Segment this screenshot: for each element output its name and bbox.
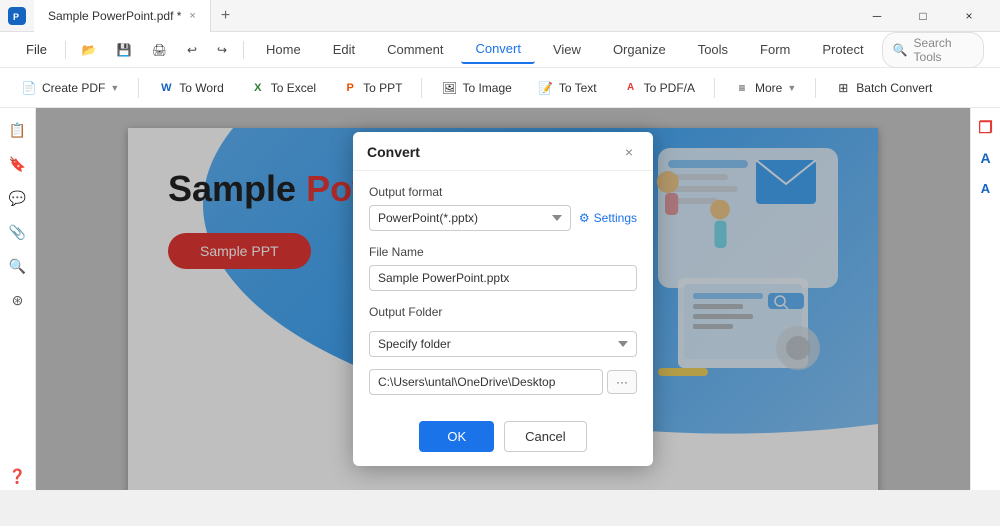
toolbar-divider-2 [421,78,422,98]
undo-icon: ↩ [187,43,197,57]
ok-btn[interactable]: OK [419,421,494,452]
convert-dialog: Convert × Output format PowerPoint(*.ppt… [353,132,653,466]
tab-close-btn[interactable]: × [189,10,195,22]
nav-comment[interactable]: Comment [373,36,457,63]
toolbar-divider-4 [815,78,816,98]
sidebar-attachments[interactable]: 📎 [4,218,32,246]
nav-bar: File 📂 💾 🖨 ↩ ↪ Home Edit Comment Convert… [0,32,1000,68]
sidebar-pages[interactable]: 📋 [4,116,32,144]
menu-file[interactable]: File [16,42,57,57]
sidebar-layers[interactable]: ⊛ [4,286,32,314]
create-pdf-icon: 📄 [21,80,37,96]
dialog-titlebar: Convert × [353,132,653,171]
sidebar-search[interactable]: 🔍 [4,252,32,280]
nav-tools[interactable]: Tools [684,36,742,63]
word-icon: W [158,80,174,96]
content-area: Sample Pow Sample PPT [36,108,970,490]
folder-type-select[interactable]: Specify folder [369,331,637,357]
folder-path-input[interactable] [369,369,603,395]
create-pdf-dropdown-icon: ▼ [110,83,119,93]
text-icon: 📝 [538,80,554,96]
output-format-label: Output format [369,185,637,199]
app-icon: P [8,7,26,25]
toolbar-divider-3 [714,78,715,98]
batch-convert-icon: ⊞ [835,80,851,96]
nav-convert[interactable]: Convert [461,35,535,64]
nav-protect[interactable]: Protect [808,36,877,63]
excel-icon: X [250,80,266,96]
to-word-btn[interactable]: W To Word [147,74,234,102]
ppt-icon: P [342,80,358,96]
sidebar-comments[interactable]: 💬 [4,184,32,212]
cancel-btn[interactable]: Cancel [504,421,586,452]
folder-path-row: ··· [369,369,637,395]
dialog-body: Output format PowerPoint(*.pptx) ⚙ Setti… [353,171,653,409]
batch-convert-btn[interactable]: ⊞ Batch Convert [824,74,943,102]
right-icon-3[interactable]: A [974,176,998,200]
output-format-row: PowerPoint(*.pptx) ⚙ Settings [369,205,637,231]
separator2 [243,41,244,59]
menu-separator [65,41,66,59]
dialog-footer: OK Cancel [353,409,653,466]
active-tab[interactable]: Sample PowerPoint.pdf * × [34,0,211,32]
tab-label: Sample PowerPoint.pdf * [48,9,181,23]
image-icon: 🖼 [441,80,457,96]
right-sidebar: ❐ A A [970,108,1000,490]
undo-btn[interactable]: ↩ [179,39,205,61]
redo-icon: ↪ [217,43,227,57]
output-format-select[interactable]: PowerPoint(*.pptx) [369,205,571,231]
open-icon: 📂 [82,43,97,57]
to-excel-btn[interactable]: X To Excel [239,74,327,102]
minimize-btn[interactable]: ─ [854,0,900,32]
search-icon: 🔍 [893,43,908,57]
nav-home[interactable]: Home [252,36,315,63]
close-btn[interactable]: × [946,0,992,32]
to-text-btn[interactable]: 📝 To Text [527,74,608,102]
nav-organize[interactable]: Organize [599,36,680,63]
to-pdfa-btn[interactable]: A To PDF/A [612,74,706,102]
new-tab-btn[interactable]: + [211,7,240,25]
more-icon: ≡ [734,80,750,96]
more-btn[interactable]: ≡ More ▼ [723,74,807,102]
sidebar-bookmarks[interactable]: 🔖 [4,150,32,178]
save-btn[interactable]: 💾 [109,39,140,61]
window-controls: ─ □ × [854,0,992,32]
folder-browse-btn[interactable]: ··· [607,370,637,394]
nav-view[interactable]: View [539,36,595,63]
output-folder-label: Output Folder [369,305,637,319]
search-placeholder: Search Tools [914,36,973,64]
tab-bar: Sample PowerPoint.pdf * × + [34,0,240,32]
create-pdf-btn[interactable]: 📄 Create PDF ▼ [10,74,130,102]
left-sidebar: 📋 🔖 💬 📎 🔍 ⊛ ❓ [0,108,36,490]
dialog-title: Convert [367,144,420,160]
print-btn[interactable]: 🖨 [144,39,175,61]
file-name-label: File Name [369,245,637,259]
right-icon-2[interactable]: A [974,146,998,170]
dialog-close-btn[interactable]: × [619,142,639,162]
to-ppt-btn[interactable]: P To PPT [331,74,413,102]
right-icon-1[interactable]: ❐ [974,116,998,140]
save-icon: 💾 [117,43,132,57]
settings-btn[interactable]: ⚙ Settings [579,211,637,225]
convert-toolbar: 📄 Create PDF ▼ W To Word X To Excel P To… [0,68,1000,108]
sidebar-help[interactable]: ❓ [4,462,32,490]
open-btn[interactable]: 📂 [74,39,105,61]
toolbar-divider-1 [138,78,139,98]
more-dropdown-icon: ▼ [787,83,796,93]
nav-form[interactable]: Form [746,36,804,63]
title-bar: P Sample PowerPoint.pdf * × + ─ □ × [0,0,1000,32]
search-bar[interactable]: 🔍 Search Tools [882,32,984,68]
nav-edit[interactable]: Edit [319,36,369,63]
print-icon: 🖨 [152,43,167,57]
to-image-btn[interactable]: 🖼 To Image [430,74,522,102]
settings-icon: ⚙ [579,211,590,225]
svg-text:P: P [13,12,19,22]
pdfa-icon: A [623,80,639,96]
main-layout: 📋 🔖 💬 📎 🔍 ⊛ ❓ Sample Pow Sample PPT [0,108,1000,490]
redo-btn[interactable]: ↪ [209,39,235,61]
restore-btn[interactable]: □ [900,0,946,32]
file-name-input[interactable] [369,265,637,291]
modal-overlay: Convert × Output format PowerPoint(*.ppt… [36,108,970,490]
